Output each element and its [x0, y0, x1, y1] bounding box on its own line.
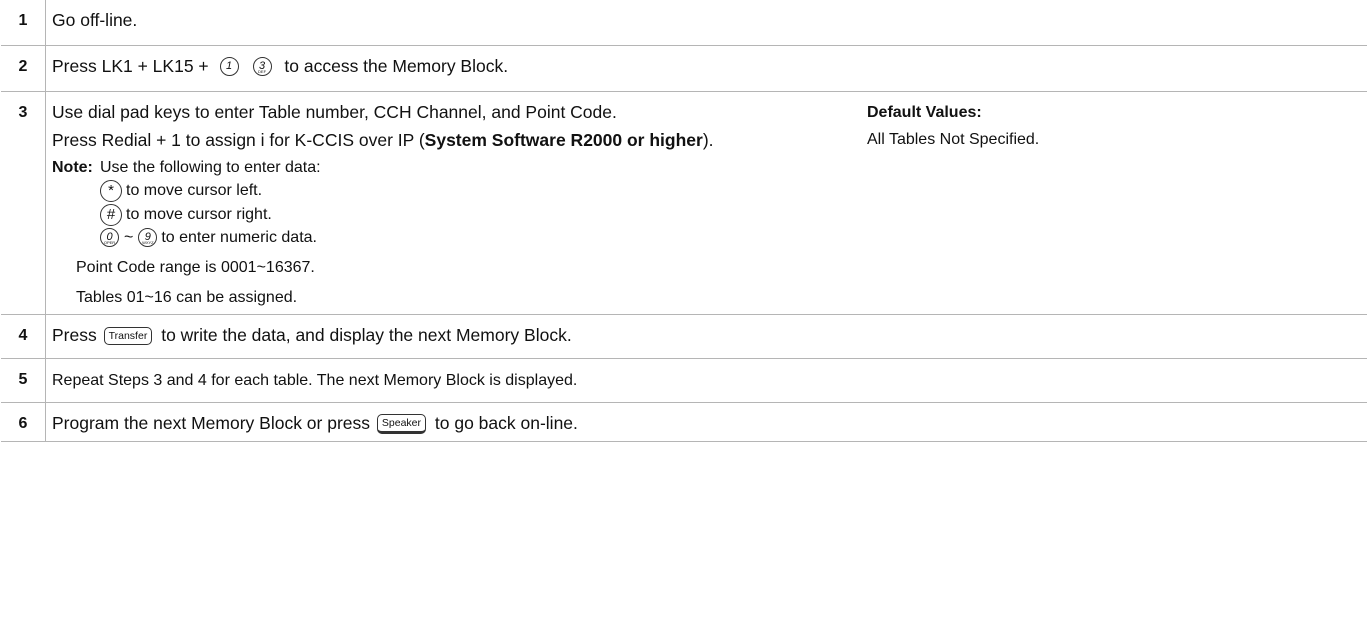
step-number: 1: [1, 0, 46, 46]
step-text: Press LK1 + LK15 + 1 3 DEF to access the …: [45, 44, 1367, 92]
step-number: 4: [1, 313, 46, 359]
speaker-key-icon: Speaker: [376, 413, 427, 434]
note-block: Note: Use the following to enter data: *…: [52, 158, 855, 257]
step-row: 5 Repeat Steps 3 and 4 for each table. T…: [1, 357, 1367, 403]
step-text: Repeat Steps 3 and 4 for each table. The…: [45, 357, 1367, 403]
step-row: 1 Go off-line.: [1, 0, 1367, 46]
hash-key-icon: #: [100, 203, 122, 226]
step-row: 2 Press LK1 + LK15 + 1 3 DEF to access th…: [1, 44, 1367, 92]
step-number: 6: [1, 401, 46, 442]
step-text: Press Transfer to write the data, and di…: [45, 313, 1367, 359]
step-text: Use dial pad keys to enter Table number,…: [45, 90, 1367, 315]
step-number: 2: [1, 44, 46, 92]
procedure-table: 1 Go off-line. 2 Press LK1 + LK15 + 1 3D…: [1, 0, 1367, 442]
dial-key-1-icon: 1: [219, 57, 239, 77]
note-label: Note:: [52, 158, 93, 176]
step-number: 3: [1, 90, 46, 315]
dial-key-9-icon: 9 WXYZ: [138, 228, 158, 247]
instruction-line: Press Redial + 1 to assign i for K-CCIS …: [52, 129, 714, 150]
instruction-line: Use dial pad keys to enter Table number,…: [52, 101, 617, 122]
star-key-icon: *: [100, 179, 122, 202]
step-text: Go off-line.: [45, 0, 1367, 46]
step-number: 5: [1, 357, 46, 403]
step-text: Program the next Memory Block or press S…: [45, 401, 1367, 442]
transfer-key-icon: Transfer: [103, 326, 153, 345]
step-row: 4 Press Transfer to write the data, and …: [1, 313, 1367, 359]
step-row: 6 Program the next Memory Block or press…: [1, 401, 1367, 442]
default-values: Default Values: All Tables Not Specified…: [867, 103, 1040, 148]
dial-key-3-icon: 3 DEF: [252, 57, 272, 77]
note-text: Tables 01~16 can be assigned.: [76, 288, 298, 306]
dial-key-0-icon: 0 OPER: [100, 228, 119, 247]
step-row: 3 Use dial pad keys to enter Table numbe…: [1, 90, 1367, 315]
note-text: Point Code range is 0001~16367.: [76, 258, 315, 276]
